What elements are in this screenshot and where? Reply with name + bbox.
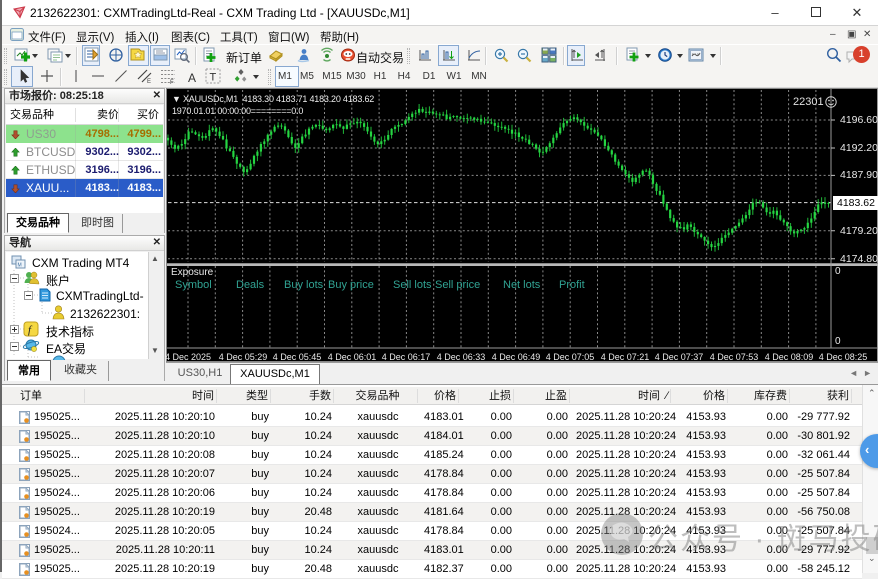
svg-text:F: F (170, 80, 174, 85)
svg-text:E: E (147, 79, 151, 85)
svg-text:M: M (18, 263, 22, 269)
svg-text:T: T (210, 72, 217, 84)
